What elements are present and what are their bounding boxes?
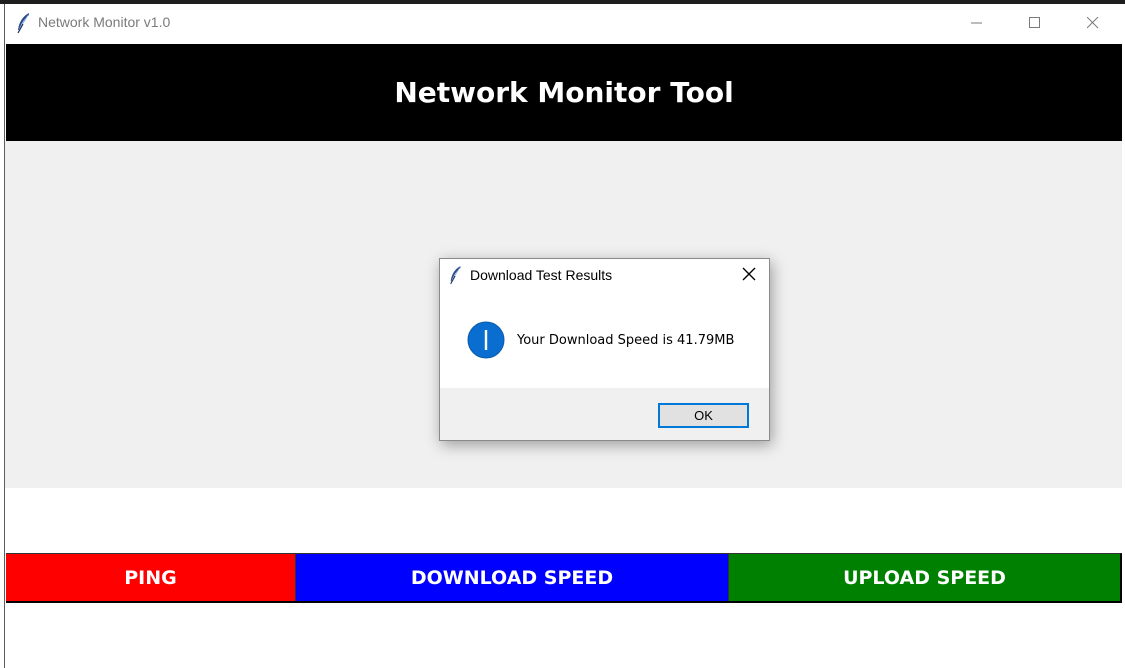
header-banner: Network Monitor Tool — [6, 44, 1122, 141]
dialog-close-button[interactable] — [735, 261, 763, 289]
feather-icon — [448, 265, 464, 285]
page-title: Network Monitor Tool — [394, 76, 734, 109]
ok-button[interactable]: OK — [658, 403, 749, 428]
dialog-message: Your Download Speed is 41.79MB — [517, 333, 735, 348]
dialog-body: Your Download Speed is 41.79MB — [440, 291, 769, 388]
info-icon — [467, 321, 505, 359]
feather-icon — [15, 12, 33, 34]
action-button-row: PING DOWNLOAD SPEED UPLOAD SPEED — [6, 553, 1122, 603]
dialog-titlebar[interactable]: Download Test Results — [440, 259, 769, 291]
window-title: Network Monitor v1.0 — [38, 14, 171, 30]
window-titlebar[interactable]: Network Monitor v1.0 — [5, 4, 1125, 42]
close-icon — [742, 266, 756, 285]
download-speed-button[interactable]: DOWNLOAD SPEED — [296, 553, 729, 601]
minimize-icon — [971, 14, 983, 33]
maximize-button[interactable] — [1006, 4, 1064, 42]
close-button[interactable] — [1064, 4, 1122, 42]
upload-speed-button[interactable]: UPLOAD SPEED — [729, 553, 1122, 601]
dialog-title: Download Test Results — [470, 267, 613, 283]
close-icon — [1086, 14, 1099, 33]
download-results-dialog: Download Test Results Your Download Spee… — [439, 258, 770, 441]
dialog-footer: OK — [440, 388, 769, 440]
maximize-icon — [1029, 14, 1041, 33]
minimize-button[interactable] — [948, 4, 1006, 42]
ping-button[interactable]: PING — [6, 553, 296, 601]
